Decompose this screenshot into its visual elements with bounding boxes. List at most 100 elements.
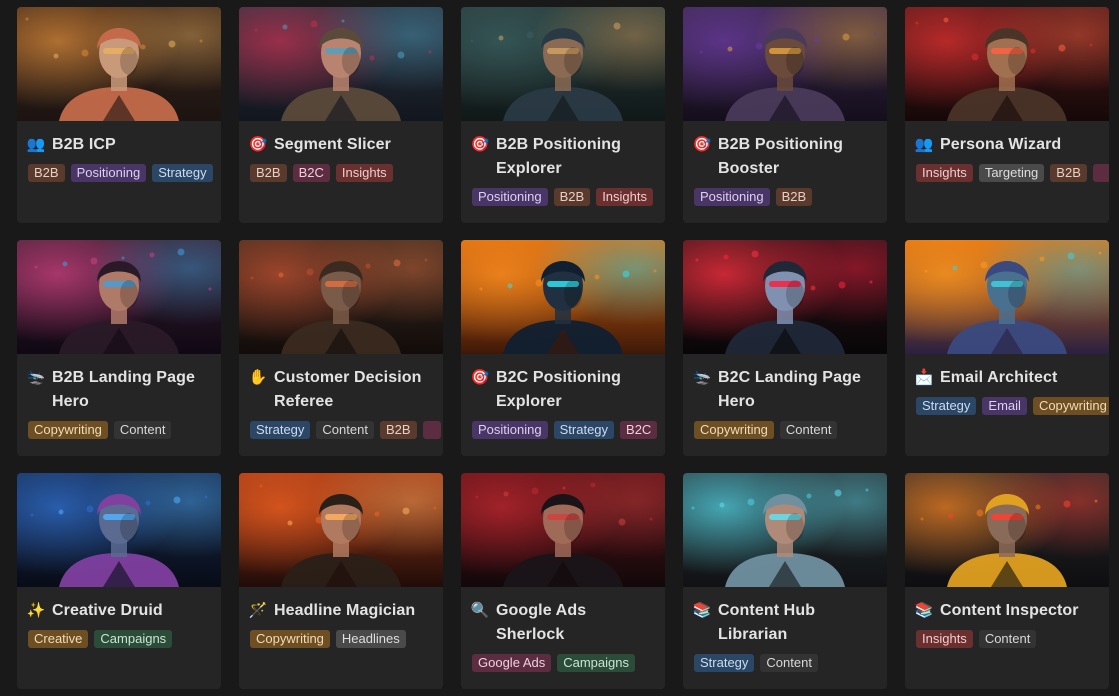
gpt-card[interactable]: 🪄 Headline Magician Copywriting Headlines <box>239 473 443 689</box>
card-title-text: B2B Positioning Explorer <box>496 136 622 177</box>
card-tags: Strategy Content B2B <box>250 421 443 439</box>
tag-badge: B2C <box>292 164 330 182</box>
card-tags: Positioning B2B Insights <box>472 188 665 206</box>
tag-badge <box>1092 164 1109 182</box>
card-cover-image <box>683 240 887 354</box>
gpt-gallery: 👥 B2B ICP B2B Positioning Strategy 🎯 Segment S… <box>17 7 1109 689</box>
tag-badge: Positioning <box>472 421 548 439</box>
card-title-text: Headline Magician <box>274 602 416 619</box>
card-tags: Google Ads Campaigns <box>472 654 665 672</box>
tag-badge: Copywriting <box>250 630 330 648</box>
tag-badge: Strategy <box>694 654 755 672</box>
gpt-card[interactable]: ✨ Creative Druid Creative Campaigns <box>17 473 221 689</box>
card-title: 🪄 Headline Magician <box>249 599 431 623</box>
card-title-text: B2C Landing Page Hero <box>718 369 861 410</box>
card-cover-image <box>17 473 221 587</box>
card-title: 🛬 B2C Landing Page Hero <box>693 366 875 414</box>
card-title-text: Segment Slicer <box>274 136 392 153</box>
busts-icon: 👥 <box>26 136 46 153</box>
card-cover-image <box>239 240 443 354</box>
inbox-icon: 📩 <box>914 369 934 386</box>
tag-badge: Insights <box>596 188 653 206</box>
target-icon: 🎯 <box>692 136 712 153</box>
card-title-text: B2B Positioning Booster <box>718 136 844 177</box>
card-cover-image <box>905 473 1109 587</box>
tag-badge: Strategy <box>250 421 311 439</box>
tag-badge: Content <box>779 421 838 439</box>
card-cover-image <box>905 7 1109 121</box>
target-icon: 🎯 <box>470 369 490 386</box>
tag-badge <box>422 421 441 439</box>
card-title: 🎯 Segment Slicer <box>249 133 431 157</box>
card-tags: Strategy Content <box>694 654 887 672</box>
gpt-card[interactable]: 🎯 Segment Slicer B2B B2C Insights <box>239 7 443 223</box>
card-cover-image <box>461 473 665 587</box>
tag-badge: Email <box>982 397 1027 415</box>
tag-badge: B2B <box>1050 164 1087 182</box>
card-title-text: B2C Positioning Explorer <box>496 369 622 410</box>
card-tags: B2B Positioning Strategy <box>28 164 221 182</box>
books-icon: 📚 <box>692 602 712 619</box>
tag-badge: Strategy <box>916 397 977 415</box>
card-title-text: Customer Decision Referee <box>274 369 422 410</box>
card-title: 🎯 B2C Positioning Explorer <box>471 366 653 414</box>
target-icon: 🎯 <box>248 136 268 153</box>
gpt-card[interactable]: 👥 B2B ICP B2B Positioning Strategy <box>17 7 221 223</box>
tag-badge: Google Ads <box>472 654 552 672</box>
card-tags: Creative Campaigns <box>28 630 221 648</box>
card-title-text: Creative Druid <box>52 602 163 619</box>
card-title-text: B2B Landing Page Hero <box>52 369 195 410</box>
tag-badge: Content <box>978 630 1037 648</box>
tag-badge: Strategy <box>553 421 615 439</box>
card-cover-image <box>239 7 443 121</box>
card-title-text: Content Inspector <box>940 602 1079 619</box>
gpt-card[interactable]: 🛬 B2B Landing Page Hero Copywriting Content <box>17 240 221 456</box>
tag-badge: B2B <box>775 188 813 206</box>
card-cover-image <box>683 473 887 587</box>
tag-badge: B2B <box>250 164 287 182</box>
card-tags: Insights Content <box>916 630 1109 648</box>
gpt-card[interactable]: 🎯 B2B Positioning Booster Positioning B2B <box>683 7 887 223</box>
magic-wand-icon: 🪄 <box>248 602 268 619</box>
tag-badge: Positioning <box>472 188 548 206</box>
tag-badge: Headlines <box>335 630 406 648</box>
raised-hand-icon: ✋ <box>248 369 268 386</box>
gpt-card[interactable]: 📚 Content Inspector Insights Content <box>905 473 1109 689</box>
card-tags: B2B B2C Insights <box>250 164 443 182</box>
tag-badge: Targeting <box>978 164 1045 182</box>
gpt-card[interactable]: 👥 Persona Wizard Insights Targeting B2B <box>905 7 1109 223</box>
card-title: 📚 Content Hub Librarian <box>693 599 875 647</box>
gpt-card[interactable]: 🎯 B2B Positioning Explorer Positioning B2B I… <box>461 7 665 223</box>
card-title-text: B2B ICP <box>52 136 116 153</box>
card-cover-image <box>461 7 665 121</box>
card-title-text: Content Hub Librarian <box>718 602 816 643</box>
tag-badge: B2C <box>620 421 658 439</box>
card-cover-image <box>683 7 887 121</box>
card-tags: Insights Targeting B2B <box>916 164 1109 182</box>
card-title: 📚 Content Inspector <box>915 599 1097 623</box>
tag-badge: Strategy <box>152 164 213 182</box>
books-icon: 📚 <box>914 602 934 619</box>
gpt-card[interactable]: 📩 Email Architect Strategy Email Copywriting <box>905 240 1109 456</box>
gpt-card[interactable]: 🔍 Google Ads Sherlock Google Ads Campaigns <box>461 473 665 689</box>
magnifier-icon: 🔍 <box>470 602 490 619</box>
tag-badge: Positioning <box>694 188 770 206</box>
tag-badge: Campaigns <box>557 654 635 672</box>
busts-icon: 👥 <box>914 136 934 153</box>
gpt-card[interactable]: 🎯 B2C Positioning Explorer Positioning Stra… <box>461 240 665 456</box>
card-tags: Strategy Email Copywriting <box>916 397 1109 415</box>
card-cover-image <box>17 240 221 354</box>
tag-badge: Copywriting <box>28 421 108 439</box>
gpt-card[interactable]: 📚 Content Hub Librarian Strategy Content <box>683 473 887 689</box>
card-cover-image <box>461 240 665 354</box>
card-title: 🔍 Google Ads Sherlock <box>471 599 653 647</box>
tag-badge: Content <box>316 421 374 439</box>
card-title: 🎯 B2B Positioning Explorer <box>471 133 653 181</box>
gpt-card[interactable]: 🛬 B2C Landing Page Hero Copywriting Content <box>683 240 887 456</box>
tag-badge: B2B <box>379 421 417 439</box>
card-title-text: Persona Wizard <box>940 136 1062 153</box>
card-tags: Copywriting Content <box>28 421 221 439</box>
gpt-card[interactable]: ✋ Customer Decision Referee Strategy Conten… <box>239 240 443 456</box>
card-title: 👥 B2B ICP <box>27 133 209 157</box>
card-tags: Positioning B2B <box>694 188 887 206</box>
